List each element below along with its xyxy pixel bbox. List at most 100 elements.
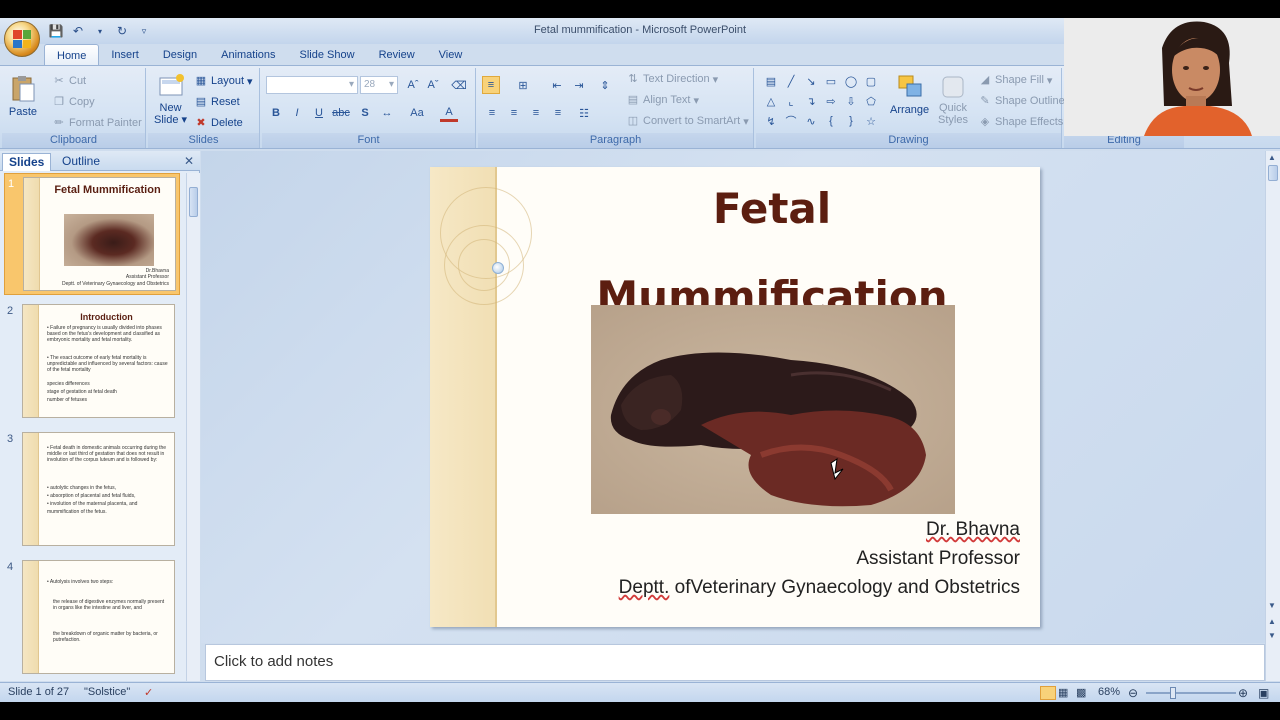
layout-button[interactable]: ▦ Layout ▾ [194,74,253,88]
align-center-icon[interactable]: ≡ [505,104,523,122]
rounded-rect-icon[interactable]: ▢ [862,72,880,90]
quick-styles-button[interactable]: Quick Styles [938,72,968,126]
scroll-up-icon[interactable]: ▲ [1268,153,1276,162]
clear-formatting-icon[interactable]: ⌫ [450,76,468,94]
text-direction-button[interactable]: ⇅ Text Direction ▾ [626,72,718,86]
tab-outline[interactable]: Outline [56,153,106,171]
line-icon[interactable]: ╱ [782,72,800,90]
tab-insert[interactable]: Insert [99,44,151,66]
tab-animations[interactable]: Animations [209,44,287,66]
elbow-connector-icon[interactable]: ⌞ [782,92,800,110]
normal-view-icon[interactable] [1040,686,1056,700]
spellcheck-icon[interactable]: ✓ [144,686,153,699]
zoom-out-icon[interactable]: ⊖ [1128,686,1138,700]
grow-font-icon[interactable]: Aˆ [404,76,422,94]
slide-sorter-icon[interactable]: ▦ [1058,686,1068,699]
slide-show-icon[interactable]: ▩ [1076,686,1086,699]
tab-slides[interactable]: Slides [2,153,52,171]
tab-view[interactable]: View [427,44,475,66]
shapes-gallery[interactable]: ▤ ╱ ↘ ▭ ◯ ▢ △ ⌞ ↴ ⇨ ⇩ ⬠ ↯ ⌒ ∿ { } ☆ [762,72,884,130]
author-name[interactable]: Dr. Bhavna [926,519,1020,541]
office-button[interactable] [4,21,40,57]
shape-effects-button[interactable]: ◈ Shape Effects [978,115,1064,129]
zoom-slider-thumb[interactable] [1170,687,1176,699]
delete-slide-button[interactable]: ✖ Delete [194,116,242,130]
arrow-line-icon[interactable]: ↘ [802,72,820,90]
slide-thumbnail-3[interactable]: 3 • Fetal death in domestic animals occu… [4,429,180,551]
zoom-slider[interactable] [1146,692,1236,694]
fit-to-window-icon[interactable]: ▣ [1258,686,1269,700]
author-department[interactable]: Deptt. ofVeterinary Gynaecology and Obst… [619,577,1020,599]
font-color-icon[interactable]: A [440,104,458,122]
reset-button[interactable]: ▤ Reset [194,95,240,109]
author-position[interactable]: Assistant Professor [856,548,1020,570]
slide-thumbnail-4[interactable]: 4 • Autolysis involves two steps: the re… [4,557,180,679]
italic-icon[interactable]: I [288,104,306,122]
right-brace-icon[interactable]: } [842,112,860,130]
text-shadow-icon[interactable]: S [356,104,374,122]
new-slide-button[interactable]: New Slide ▾ [154,72,187,126]
align-left-icon[interactable]: ≡ [483,104,501,122]
change-case-icon[interactable]: Aa [408,104,426,122]
main-scrollbar[interactable]: ▲ ▼ ▲ ▼ [1265,151,1280,681]
align-right-icon[interactable]: ≡ [527,104,545,122]
decrease-indent-icon[interactable]: ⇤ [548,76,566,94]
paste-button[interactable]: Paste [8,74,38,118]
scroll-thumb[interactable] [1268,165,1278,181]
arc-icon[interactable]: ⌒ [782,112,800,130]
zoom-in-icon[interactable]: ⊕ [1238,686,1248,700]
justify-icon[interactable]: ≡ [549,104,567,122]
oval-icon[interactable]: ◯ [842,72,860,90]
bold-icon[interactable]: B [267,104,285,122]
triangle-icon[interactable]: △ [762,92,780,110]
character-spacing-icon[interactable]: ↔ [378,104,396,122]
slide-thumbnail-1[interactable]: 1 Fetal Mummification Dr.Bhavna Assistan… [4,173,180,295]
strikethrough-icon[interactable]: abc [332,104,350,122]
right-arrow-icon[interactable]: ⇨ [822,92,840,110]
scroll-down-icon[interactable]: ▼ [1268,601,1276,610]
layout-icon: ▦ [195,75,207,87]
columns-icon[interactable]: ☷ [575,104,593,122]
shape-outline-button[interactable]: ✎ Shape Outline [978,94,1064,108]
arrange-button[interactable]: Arrange [890,72,929,116]
shrink-font-icon[interactable]: Aˇ [424,76,442,94]
font-name-combo[interactable]: ▾ [266,76,358,94]
flowchart-icon[interactable]: ⬠ [862,92,880,110]
convert-smartart-button[interactable]: ◫ Convert to SmartArt ▾ [626,114,749,128]
star-icon[interactable]: ☆ [862,112,880,130]
underline-icon[interactable]: U [310,104,328,122]
notes-pane[interactable]: Click to add notes [205,644,1265,681]
rectangle-icon[interactable]: ▭ [822,72,840,90]
format-painter-button[interactable]: ✏ Format Painter [52,116,141,130]
previous-slide-icon[interactable]: ▲ [1268,617,1276,626]
curve-icon[interactable]: ∿ [802,112,820,130]
scroll-thumb[interactable] [189,187,198,217]
elbow-arrow-icon[interactable]: ↴ [802,92,820,110]
fetus-photo[interactable] [591,305,955,514]
shape-fill-button[interactable]: ◢ Shape Fill ▾ [978,73,1053,87]
cut-button[interactable]: ✂ Cut [52,74,86,88]
zoom-level[interactable]: 68% [1098,686,1120,698]
tab-design[interactable]: Design [151,44,209,66]
current-slide[interactable]: Fetal Mummification Dr. Bhavna Assistant… [430,167,1040,627]
slide-thumbnail-2[interactable]: 2 Introduction • Failure of pregnancy is… [4,301,180,423]
tab-home[interactable]: Home [44,44,100,66]
presenter-video [1064,18,1280,136]
textbox-icon[interactable]: ▤ [762,72,780,90]
slide-thumbnails: 1 Fetal Mummification Dr.Bhavna Assistan… [0,173,186,681]
tab-review[interactable]: Review [367,44,427,66]
align-text-button[interactable]: ▤ Align Text ▾ [626,93,699,107]
thumbnails-scrollbar[interactable] [186,173,200,681]
line-spacing-icon[interactable]: ⇕ [596,76,614,94]
increase-indent-icon[interactable]: ⇥ [570,76,588,94]
left-brace-icon[interactable]: { [822,112,840,130]
copy-button[interactable]: ❐ Copy [52,95,95,109]
numbering-icon[interactable]: ⊞ [514,76,532,94]
close-icon[interactable]: ✕ [184,154,194,168]
bullets-icon[interactable]: ≡ [482,76,500,94]
font-size-combo[interactable]: 28 ▾ [360,76,398,94]
next-slide-icon[interactable]: ▼ [1268,631,1276,640]
down-arrow-icon[interactable]: ⇩ [842,92,860,110]
tab-slide-show[interactable]: Slide Show [288,44,367,66]
lightning-icon[interactable]: ↯ [762,112,780,130]
